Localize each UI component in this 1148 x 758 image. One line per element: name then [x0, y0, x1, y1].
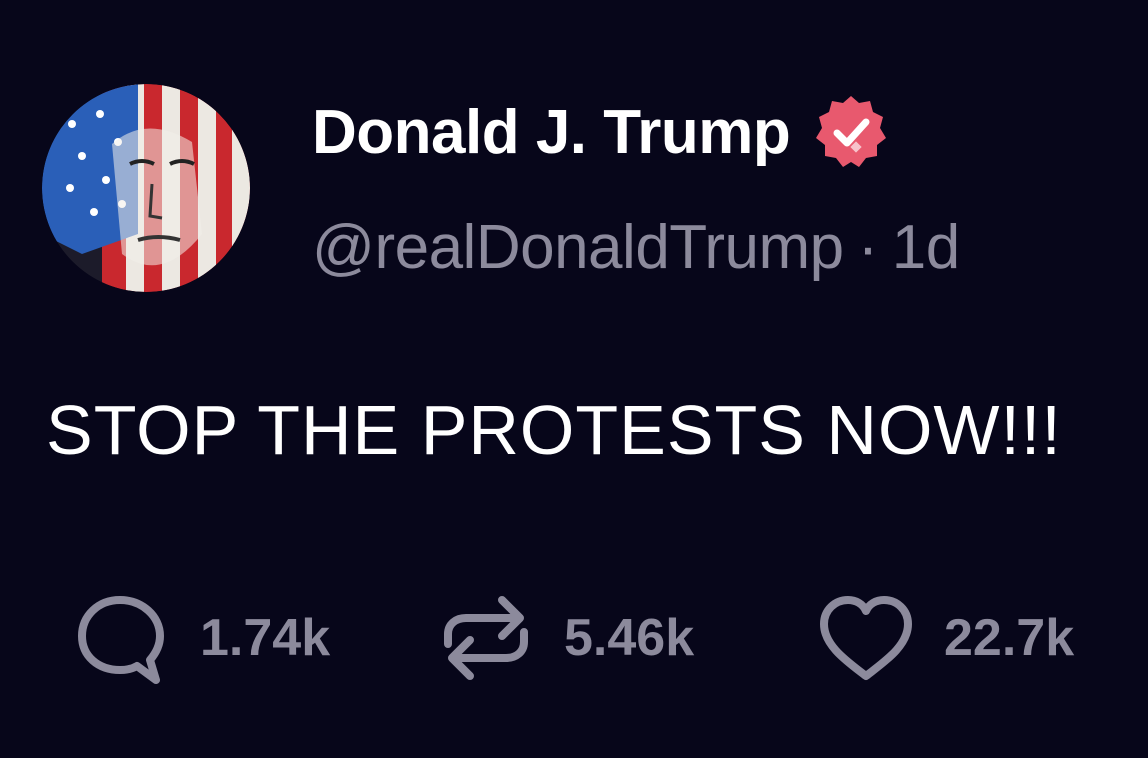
post-meta: @realDonaldTrump · 1d [312, 212, 960, 283]
reply-button[interactable]: 1.74k [74, 588, 330, 688]
post-text: STOP THE PROTESTS NOW!!! [46, 391, 1062, 469]
meta-separator: · [857, 213, 879, 282]
speech-bubble-icon [74, 588, 170, 688]
like-button[interactable]: 22.7k [818, 588, 1074, 688]
repost-button[interactable]: 5.46k [438, 588, 694, 688]
post-actions: 1.74k 5.46k 22.7k [74, 588, 1134, 688]
avatar-image [42, 84, 250, 292]
verified-badge-icon [812, 93, 890, 171]
heart-icon [818, 588, 914, 688]
author-display-name[interactable]: Donald J. Trump [312, 97, 791, 168]
post-timestamp[interactable]: 1d [892, 213, 960, 282]
reply-count: 1.74k [200, 609, 331, 667]
post-card: Donald J. Trump @realDonaldTrump · 1d STOP… [0, 0, 1148, 758]
author-handle[interactable]: @realDonaldTrump [312, 213, 844, 282]
author-name-row: Donald J. Trump [312, 94, 890, 170]
avatar[interactable] [42, 84, 250, 292]
like-count: 22.7k [944, 609, 1075, 667]
repost-count: 5.46k [564, 609, 695, 667]
repost-arrows-icon [438, 588, 534, 688]
